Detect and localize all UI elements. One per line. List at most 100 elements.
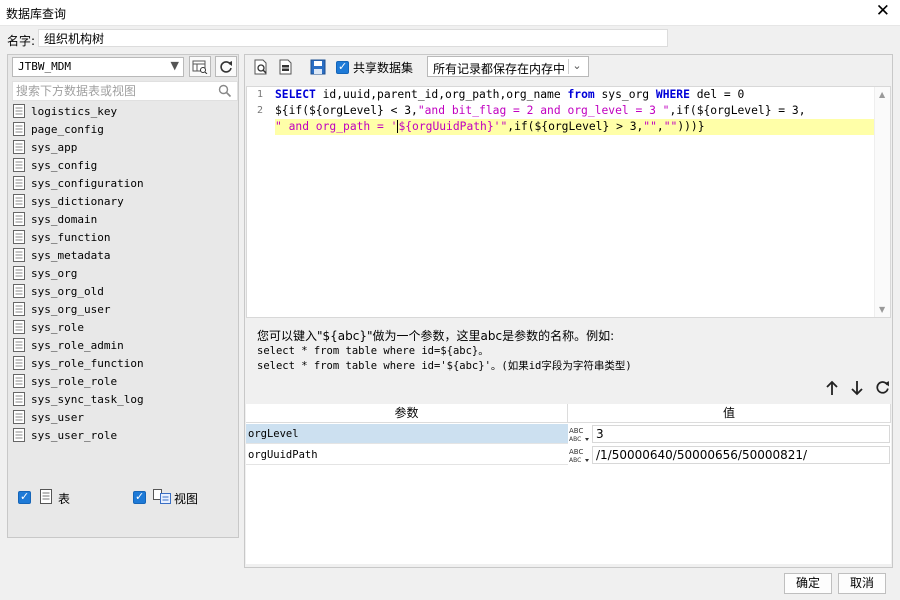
ok-button[interactable]: 确定 <box>784 573 832 594</box>
table-list-item[interactable]: sys_org_old <box>10 282 236 300</box>
sql-icon <box>279 59 292 75</box>
table-name: sys_user_role <box>31 428 118 442</box>
param-name[interactable]: orgUuidPath <box>246 445 568 465</box>
param-name[interactable]: orgLevel <box>246 424 568 444</box>
table-name: sys_app <box>31 140 78 154</box>
table-name: sys_dictionary <box>31 194 124 208</box>
table-search-input[interactable] <box>16 84 212 98</box>
table-list-item[interactable]: sys_role_function <box>10 354 236 372</box>
table-icon <box>13 410 25 424</box>
table-list-item[interactable]: sys_configuration <box>10 174 236 192</box>
table-icon <box>13 248 25 262</box>
name-row: 名字: <box>0 27 900 51</box>
datasource-select[interactable]: JTBW_MDM ▼ <box>12 57 184 77</box>
table-icon <box>13 320 25 334</box>
query-editor-panel: 共享数据集 所有记录都保存在内存中 ⌄ 1 2 SELECT id,uuid,p… <box>244 54 893 568</box>
table-list-item[interactable]: sys_org <box>10 264 236 282</box>
preview-button[interactable] <box>252 58 270 76</box>
table-list-item[interactable]: sys_dictionary <box>10 192 236 210</box>
parameter-hint: 您可以键入"${abc}"做为一个参数，这里abc是参数的名称。例如: sele… <box>257 327 632 374</box>
scroll-down-icon[interactable]: ▼ <box>879 305 885 314</box>
type-select-icon[interactable]: ABC ABC <box>568 425 590 443</box>
table-list-item[interactable]: sys_role_role <box>10 372 236 390</box>
window-title: 数据库查询 <box>6 7 67 21</box>
table-name: sys_function <box>31 230 111 244</box>
save-button[interactable] <box>309 58 327 76</box>
table-list-item[interactable]: sys_sync_task_log <box>10 390 236 408</box>
table-name: sys_domain <box>31 212 98 226</box>
refresh-icon <box>875 381 889 394</box>
table-icon <box>13 194 25 208</box>
refresh-tables-button[interactable] <box>215 56 237 77</box>
table-icon <box>13 104 25 118</box>
sql-code[interactable]: SELECT id,uuid,parent_id,org_path,org_na… <box>275 87 875 135</box>
table-list-item[interactable]: logistics_key <box>10 102 236 120</box>
param-row-selected[interactable]: orgLevel ABC ABC 3 <box>246 424 891 444</box>
storage-mode-value: 所有记录都保存在内存中 <box>433 62 566 76</box>
close-icon[interactable]: ✕ <box>876 3 890 20</box>
scroll-up-icon[interactable]: ▲ <box>879 90 885 99</box>
type-select-icon[interactable]: ABC ABC <box>568 446 590 464</box>
table-name: sys_org_old <box>31 284 104 298</box>
table-list-item[interactable]: sys_app <box>10 138 236 156</box>
param-column-header[interactable]: 参数 <box>246 404 568 423</box>
table-list-item[interactable]: sys_role_admin <box>10 336 236 354</box>
show-tables-label: 表 <box>58 492 71 506</box>
refresh-params-button[interactable] <box>873 380 891 398</box>
table-list-item[interactable]: sys_metadata <box>10 246 236 264</box>
search-icon[interactable] <box>218 84 232 98</box>
refresh-icon <box>220 60 232 73</box>
param-value[interactable]: 3 <box>592 425 890 443</box>
table-list-item[interactable]: page_config <box>10 120 236 138</box>
param-row[interactable]: orgUuidPath ABC ABC /1/50000640/50000656… <box>246 445 891 465</box>
preview-table-button[interactable] <box>189 56 211 77</box>
table-list-item[interactable]: sys_org_user <box>10 300 236 318</box>
show-views-checkbox[interactable] <box>133 490 146 504</box>
table-icon <box>13 176 25 190</box>
table-name: page_config <box>31 122 104 136</box>
chevron-down-icon: ▼ <box>170 59 179 72</box>
table-list-item[interactable]: sys_config <box>10 156 236 174</box>
table-list-item[interactable]: sys_domain <box>10 210 236 228</box>
table-list-item[interactable]: sys_user_role <box>10 426 236 444</box>
storage-mode-select[interactable]: 所有记录都保存在内存中 ⌄ <box>427 56 589 77</box>
name-label: 名字: <box>7 34 36 48</box>
table-name: sys_configuration <box>31 176 144 190</box>
sql-button[interactable] <box>277 58 295 76</box>
table-list-item[interactable]: sys_user <box>10 408 236 426</box>
share-dataset-checkbox[interactable] <box>336 60 349 74</box>
show-tables-checkbox[interactable] <box>18 490 31 504</box>
table-name: sys_config <box>31 158 98 172</box>
name-input[interactable] <box>38 29 668 47</box>
table-name: logistics_key <box>31 104 118 118</box>
value-column-header[interactable]: 值 <box>568 404 891 423</box>
editor-scrollbar[interactable]: ▲ ▼ <box>874 87 890 317</box>
code-line-current: " and org_path = '${orgUuidPath}'",if(${… <box>275 119 875 135</box>
svg-text:ABC: ABC <box>569 436 581 443</box>
share-dataset-label: 共享数据集 <box>353 60 414 75</box>
cancel-button[interactable]: 取消 <box>838 573 886 594</box>
table-preview-icon <box>192 60 208 74</box>
share-dataset-toggle[interactable]: 共享数据集 <box>336 59 413 75</box>
view-icon <box>153 489 171 504</box>
save-icon <box>310 59 326 75</box>
sql-editor[interactable]: 1 2 SELECT id,uuid,parent_id,org_path,or… <box>246 86 891 318</box>
table-list: logistics_key page_config sys_app sys_confi… <box>10 102 236 497</box>
move-up-button[interactable] <box>823 380 841 398</box>
table-icon <box>13 428 25 442</box>
table-list-item[interactable]: sys_role <box>10 318 236 336</box>
param-value[interactable]: /1/50000640/50000656/50000821/ <box>592 446 890 464</box>
chevron-down-icon: ⌄ <box>568 59 585 74</box>
table-icon <box>13 284 25 298</box>
table-name: sys_role_role <box>31 374 118 388</box>
move-down-button[interactable] <box>848 380 866 398</box>
arrow-up-icon <box>826 380 838 395</box>
code-line: SELECT id,uuid,parent_id,org_path,org_na… <box>275 88 745 101</box>
svg-text:ABC: ABC <box>569 448 583 456</box>
preview-icon <box>254 59 267 75</box>
table-icon <box>13 374 25 388</box>
svg-text:ABC: ABC <box>569 427 583 435</box>
table-icon <box>13 266 25 280</box>
table-name: sys_org_user <box>31 302 111 316</box>
table-list-item[interactable]: sys_function <box>10 228 236 246</box>
